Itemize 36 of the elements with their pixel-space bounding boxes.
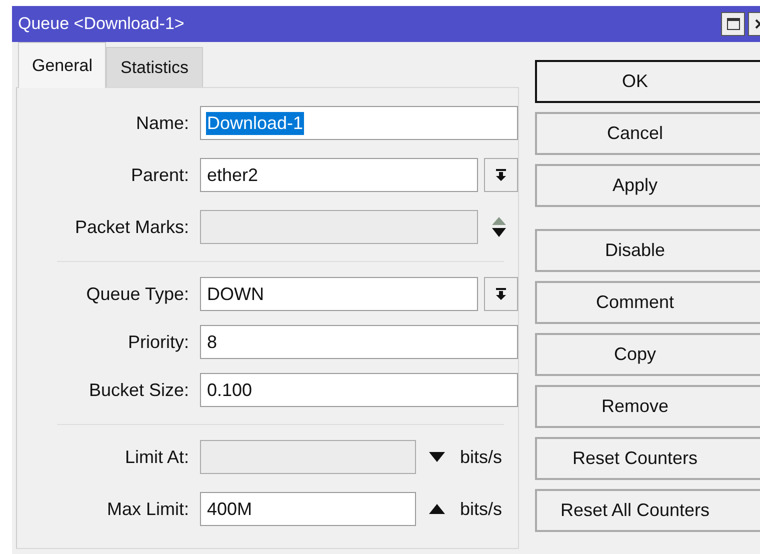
field-label: Max Limit:	[106, 498, 189, 520]
dialog-button[interactable]: Reset All Counters	[535, 489, 760, 532]
field-label: Name:	[134, 112, 189, 134]
dialog-button[interactable]: OK	[535, 60, 760, 103]
dialog-button[interactable]: Reset Counters	[535, 437, 760, 480]
field-label: Limit At:	[124, 446, 189, 468]
maximize-button[interactable]	[721, 12, 745, 36]
input-field[interactable]: 8	[200, 325, 518, 359]
down-arrow-icon	[495, 168, 507, 182]
input-field[interactable]: DOWN	[200, 277, 478, 311]
unit-label: bits/s	[460, 446, 502, 468]
up-down-arrows-icon[interactable]	[491, 216, 507, 238]
dialog-button[interactable]: Cancel	[535, 112, 760, 155]
dropdown-button[interactable]	[484, 158, 518, 192]
field-label: Bucket Size:	[88, 380, 189, 400]
unit-label: bits/s	[460, 498, 502, 520]
input-field[interactable]: Download-1	[200, 106, 518, 140]
tab[interactable]: Statistics	[106, 47, 203, 87]
field-label: Parent:	[130, 164, 189, 186]
field-label: Packet Marks:	[74, 216, 189, 238]
input-field[interactable]: 400M	[200, 492, 416, 526]
down-arrow-icon	[495, 288, 507, 300]
window-title: Queue <Download-1>	[18, 14, 184, 34]
dialog-button[interactable]: Remove	[535, 385, 760, 428]
field-label: Priority:	[126, 332, 189, 352]
dialog-button[interactable]: Apply	[535, 164, 760, 207]
input-field[interactable]: ether2	[200, 158, 478, 192]
dialog-button[interactable]: Comment	[535, 281, 760, 324]
input-field[interactable]: 0.100	[200, 373, 518, 407]
dialog-button[interactable]: Disable	[535, 229, 760, 272]
triangle-icon[interactable]	[428, 503, 446, 515]
dropdown-button[interactable]	[484, 277, 518, 311]
maximize-icon	[726, 18, 740, 30]
tab[interactable]: General	[18, 42, 106, 88]
field-label: Queue Type:	[85, 284, 189, 304]
dialog-button[interactable]: Copy	[535, 333, 760, 376]
